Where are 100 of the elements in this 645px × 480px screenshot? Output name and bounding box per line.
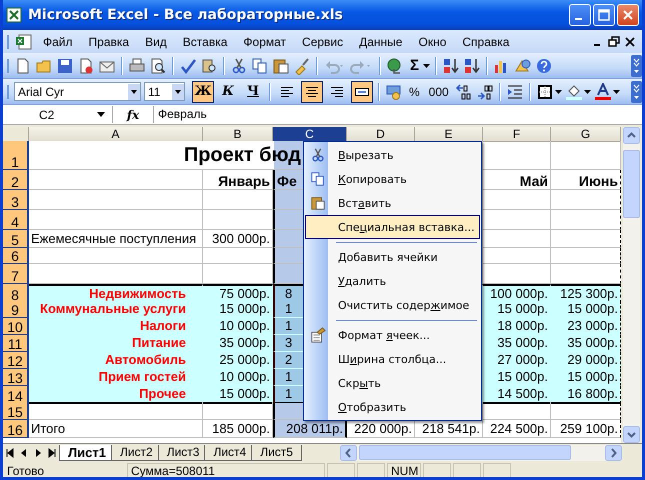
cut-icon[interactable] <box>230 56 248 74</box>
column-header[interactable]: A <box>29 127 203 142</box>
merge-center-button[interactable] <box>351 80 373 102</box>
italic-button[interactable]: К <box>217 80 239 102</box>
menu-item[interactable]: Данные <box>353 32 408 50</box>
menu-item[interactable]: Формат <box>237 32 292 50</box>
research-icon[interactable] <box>200 56 218 74</box>
font-size-field[interactable]: 11 <box>144 82 185 101</box>
menu-item[interactable]: Вставка <box>176 32 234 50</box>
row-header[interactable]: 7 <box>3 264 29 284</box>
row-header[interactable]: 5 <box>3 230 29 248</box>
restore-icon[interactable] <box>608 36 620 48</box>
close-icon[interactable] <box>624 36 636 48</box>
print-preview-icon[interactable] <box>149 56 167 74</box>
row-header[interactable]: 2 <box>3 170 29 190</box>
scroll-right-button[interactable] <box>605 444 622 460</box>
column-header[interactable]: E <box>415 127 483 142</box>
dropdown-arrow-icon[interactable] <box>612 90 620 94</box>
column-header[interactable]: D <box>347 127 415 142</box>
row-header[interactable]: 14 <box>3 386 29 404</box>
row-header[interactable]: 9 <box>3 301 29 318</box>
scroll-down-button[interactable] <box>623 426 640 443</box>
row-header[interactable]: 12 <box>3 352 29 369</box>
copy-icon[interactable] <box>251 56 269 74</box>
indent-icon[interactable] <box>506 82 524 100</box>
underline-button[interactable]: Ч <box>242 80 264 102</box>
workbook-icon[interactable] <box>15 34 33 50</box>
formula-field[interactable]: Февраль <box>153 106 642 123</box>
print-icon[interactable] <box>128 56 146 74</box>
thousands-button[interactable]: 000 <box>426 84 452 98</box>
borders-icon[interactable] <box>536 82 554 100</box>
maximize-button[interactable] <box>593 4 615 26</box>
table-cell: 16 800р. <box>551 386 621 404</box>
sheet-tab[interactable]: Лист5 <box>251 444 302 460</box>
currency-icon[interactable] <box>385 82 403 100</box>
scroll-left-button[interactable] <box>340 444 357 460</box>
name-box[interactable]: C2 <box>3 106 113 123</box>
table-cell: Июнь <box>551 170 621 190</box>
format-painter-icon[interactable] <box>293 56 311 74</box>
scissors-icon <box>310 147 326 163</box>
column-header[interactable]: B <box>203 127 273 142</box>
save-icon[interactable] <box>56 56 74 74</box>
last-sheet-button[interactable] <box>46 446 58 458</box>
percent-button[interactable]: % <box>406 84 423 98</box>
row-header[interactable]: 13 <box>3 369 29 386</box>
grip-handle-icon[interactable] <box>7 34 9 48</box>
font-name-field[interactable]: Arial Cyr <box>14 82 141 101</box>
dropdown-arrow-icon[interactable] <box>584 90 591 94</box>
paste-icon[interactable] <box>272 56 290 74</box>
autosum-button[interactable]: Σ <box>407 57 422 74</box>
column-header[interactable]: C <box>273 127 347 142</box>
scroll-thumb[interactable] <box>623 150 640 218</box>
row-header[interactable]: 15 <box>3 403 29 420</box>
menu-item[interactable]: Файл <box>37 32 79 50</box>
insert-function-button[interactable]: fx <box>113 108 153 122</box>
help-icon[interactable] <box>535 56 554 74</box>
font-color-icon[interactable] <box>594 82 612 100</box>
scroll-thumb[interactable] <box>359 445 571 460</box>
align-center-button[interactable] <box>301 80 323 102</box>
row-header[interactable]: 4 <box>3 210 29 230</box>
decrease-decimal-icon[interactable] <box>476 82 494 100</box>
shapes-icon[interactable] <box>514 56 532 74</box>
menu-item[interactable]: Сервис <box>296 32 350 50</box>
dropdown-arrow-icon[interactable] <box>554 90 562 94</box>
table-cell <box>551 210 621 230</box>
menu-item[interactable]: Вид <box>139 32 173 50</box>
row-header[interactable]: 1 <box>3 141 29 170</box>
fill-color-icon[interactable] <box>564 82 583 100</box>
grip-handle-icon[interactable] <box>7 58 9 72</box>
row-header[interactable]: 16 <box>3 420 29 438</box>
dropdown-arrow-icon[interactable] <box>423 64 430 68</box>
menu-item[interactable]: Окно <box>412 32 452 50</box>
dropdown-arrow-icon[interactable] <box>96 112 106 118</box>
bold-button[interactable]: Ж <box>192 80 214 102</box>
table-cell <box>483 248 551 264</box>
row-header[interactable]: 6 <box>3 248 29 264</box>
menu-item[interactable]: Вставить <box>305 191 480 215</box>
row-header[interactable]: 10 <box>3 318 29 335</box>
row-header[interactable]: 11 <box>3 335 29 352</box>
first-sheet-button[interactable] <box>4 446 16 458</box>
column-header[interactable]: F <box>483 127 551 142</box>
menu-item[interactable]: Правка <box>82 32 136 50</box>
spelling-icon[interactable] <box>179 56 197 74</box>
menu-item[interactable]: Справка <box>456 32 516 50</box>
row-header[interactable]: 3 <box>3 190 29 210</box>
toolbar-options-icon[interactable] <box>631 80 642 102</box>
close-button[interactable] <box>617 4 639 26</box>
table-cell: 15 000р. <box>483 369 551 386</box>
sort-descending-icon[interactable] <box>463 56 482 74</box>
merge-cells-icon <box>355 86 369 98</box>
menu-item[interactable]: Специальная вставка... <box>305 215 480 239</box>
toolbar-options-icon[interactable] <box>631 54 642 76</box>
scroll-up-button[interactable] <box>623 127 640 144</box>
align-left-icon <box>280 86 294 98</box>
increase-decimal-icon[interactable] <box>454 82 473 100</box>
minimize-button[interactable] <box>569 4 591 26</box>
grip-handle-icon[interactable] <box>7 84 9 98</box>
column-header[interactable]: G <box>551 127 621 142</box>
table-cell <box>551 141 621 170</box>
sort-ascending-icon[interactable] <box>442 56 460 74</box>
